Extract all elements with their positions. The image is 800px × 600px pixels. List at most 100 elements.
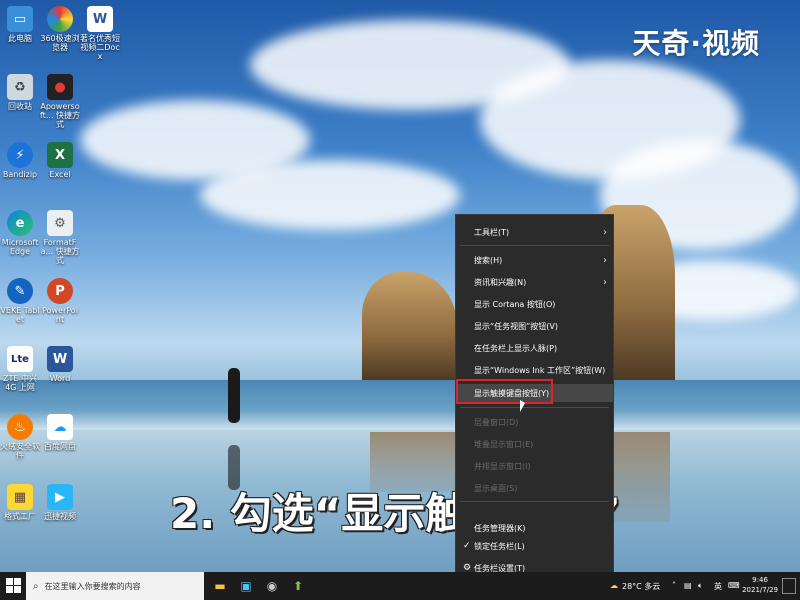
chevron-up-icon[interactable]: ˄ [672,581,676,590]
desktop-icon-huorong[interactable]: ♨ 火绒安全软件 [0,414,40,460]
clock-date: 2021/7/29 [742,586,778,594]
video-icon: ▶ [47,484,73,510]
icon-label: VEKE Tablet [0,306,40,324]
desktop-icon-zte[interactable]: Lte ZTE 中兴 4G 上网 [0,346,40,392]
windows-logo-icon [6,578,13,585]
start-button[interactable] [6,578,22,594]
desktop-icon-powerpoint[interactable]: P PowerPoint [40,278,80,324]
pen-icon: ✎ [7,278,33,304]
edge-icon: e [7,210,33,236]
network-icon[interactable]: ▤ [684,581,692,590]
weather-icon: ☁ [610,581,618,590]
windows-logo-icon [6,586,13,593]
menu-item-show-ink-workspace[interactable]: 显示“Windows Ink 工作区”按钮(W) [456,361,613,379]
excel-icon: X [47,142,73,168]
icon-label: FormatFa... 快捷方式 [40,238,80,265]
menu-separator [460,245,609,246]
menu-item-toolbars[interactable]: 工具栏(T) › [456,223,613,241]
desktop-icon-docx[interactable]: W 著名优秀短视频二Docx [80,6,120,61]
menu-separator [460,407,609,408]
taskbar-clock[interactable]: 9:46 2021/7/29 [742,575,778,595]
menu-item-label: 显示“任务视图”按钮(V) [474,321,559,331]
factory-icon: ▦ [7,484,33,510]
desktop-icon-bandizip[interactable]: ⚡ Bandizip [0,142,40,179]
menu-item-search[interactable]: 搜索(H) › [456,251,613,269]
brand-watermark: 天奇·视频 [632,27,760,60]
menu-item-label: 任务管理器(K) [474,523,526,533]
volume-icon[interactable]: 🔈︎ [698,581,703,591]
flame-icon: ♨ [7,414,33,440]
icon-label: 回收站 [8,102,32,111]
bandizip-icon: ⚡ [7,142,33,168]
menu-item-label: 搜索(H) [474,255,503,265]
icon-label: 格式工厂 [4,512,36,521]
gear-icon: ⚙ [47,210,73,236]
search-icon: ⌕ [33,580,39,592]
menu-item-label: 层叠窗口(D) [474,417,519,427]
browser-icon [47,6,73,32]
icon-label: 百度网盘 [44,442,76,451]
desktop-icon-format-factory[interactable]: ▦ 格式工厂 [0,484,40,521]
windows-logo-icon [14,586,21,593]
menu-item-lock-taskbar[interactable]: ✓ 锁定任务栏(L) [456,537,613,555]
icon-label: 著名优秀短视频二Docx [80,34,120,61]
icon-label: 火绒安全软件 [0,442,40,460]
mouse-cursor-icon [520,400,525,412]
taskbar: ⌕ 在这里输入你要搜索的内容 ▬ ▣ ◉ ⬆ ☁ 28°C 多云 ˄ ▤ 🔈︎ … [0,572,800,600]
menu-item-show-task-view[interactable]: 显示“任务视图”按钮(V) [456,317,613,335]
menu-item-label: 工具栏(T) [474,227,510,237]
icon-label: 此电脑 [8,34,32,43]
sea [0,380,800,430]
cloud [200,160,460,230]
icon-label: Excel [49,170,71,179]
powerpoint-icon: P [47,278,73,304]
menu-item-label: 堆叠显示窗口(E) [474,439,534,449]
menu-item-label: 并排显示窗口(I) [474,461,531,471]
input-method-indicator[interactable]: 英 [714,581,722,592]
chevron-right-icon: › [603,226,607,238]
notification-center-icon[interactable] [782,578,796,594]
menu-item-news-interests[interactable]: 资讯和兴趣(N) › [456,273,613,291]
menu-item-stacked: 堆叠显示窗口(E) [456,435,613,453]
app-taskbar-icon[interactable]: ▣ [236,576,256,596]
search-placeholder: 在这里输入你要搜索的内容 [44,581,141,591]
desktop-icon-formatfactory[interactable]: ⚙ FormatFa... 快捷方式 [40,210,80,265]
menu-item-show-people[interactable]: 在任务栏上显示人脉(P) [456,339,613,357]
menu-separator [460,501,609,502]
desktop-icon-this-pc[interactable]: ▭ 此电脑 [0,6,40,43]
chevron-right-icon: › [603,254,607,266]
icon-label: Bandizip [2,170,38,179]
desktop-icon-baidu-netdisk[interactable]: ☁ 百度网盘 [40,414,80,451]
weather-text[interactable]: 28°C 多云 [622,581,660,592]
menu-item-label: 锁定任务栏(L) [474,541,525,551]
menu-item-label: 显示 Cortana 按钮(O) [474,299,556,309]
lte-icon: Lte [7,346,33,372]
icon-label: 360极速浏览器 [40,34,80,52]
clock-time: 9:46 [752,576,768,584]
menu-item-show-cortana[interactable]: 显示 Cortana 按钮(O) [456,295,613,313]
file-explorer-icon[interactable]: ▬ [210,576,230,596]
icon-label: PowerPoint [42,306,78,324]
cloud-drive-icon: ☁ [47,414,73,440]
menu-item-label: 在任务栏上显示人脉(P) [474,343,558,353]
menu-item-label: 资讯和兴趣(N) [474,277,527,287]
desktop-icon-360-browser[interactable]: 360极速浏览器 [40,6,80,52]
taskbar-search-box[interactable]: ⌕ 在这里输入你要搜索的内容 [26,572,204,600]
desktop-icon-recycle-bin[interactable]: ♻ 回收站 [0,74,40,111]
desktop-icon-veke[interactable]: ✎ VEKE Tablet [0,278,40,324]
desktop-icon-xunjie-video[interactable]: ▶ 迅捷视频 [40,484,80,521]
recycle-bin-icon: ♻ [7,74,33,100]
desktop-icon-excel[interactable]: X Excel [40,142,80,179]
up-arrow-app-icon[interactable]: ⬆ [288,576,308,596]
highlight-annotation-box [456,379,553,404]
menu-item-task-manager[interactable]: 任务管理器(K) [456,519,613,537]
word-icon: W [47,346,73,372]
keyboard-icon[interactable]: ⌨ [728,581,740,590]
word-doc-icon: W [87,6,113,32]
cat-app-icon[interactable]: ◉ [262,576,282,596]
desktop-icon-apowersoft[interactable]: ● Apowersoft... 快捷方式 [40,74,80,129]
menu-item-side-by-side: 并排显示窗口(I) [456,457,613,475]
desktop-icon-word[interactable]: W Word [40,346,80,383]
desktop-icon-edge[interactable]: e Microsoft Edge [0,210,40,256]
rock-left [362,272,457,380]
